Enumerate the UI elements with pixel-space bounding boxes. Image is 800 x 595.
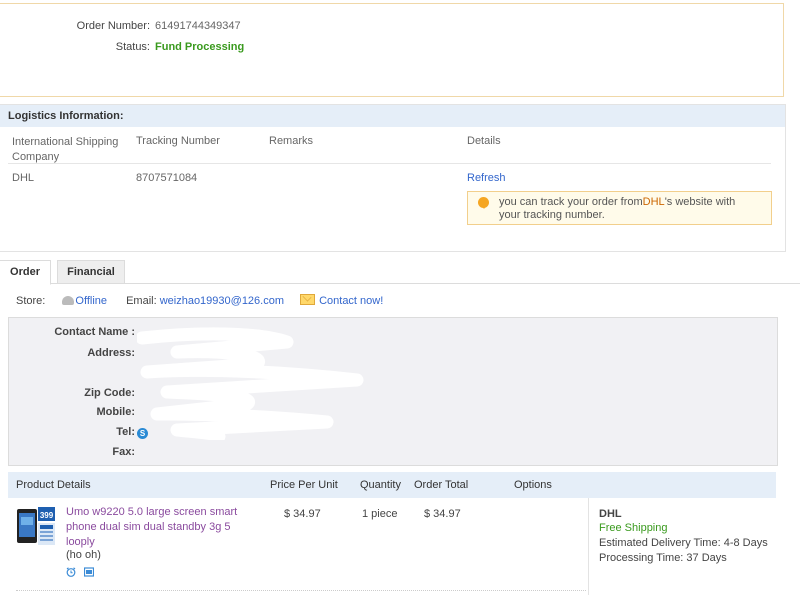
dhl-website-link[interactable]: DHL [643,196,665,208]
product-thumbnail[interactable]: 399 [17,507,55,547]
store-label: Store: [16,295,46,307]
shipping-info: DHL Free Shipping Estimated Delivery Tim… [588,498,777,595]
table-row: 399 Umo w9220 5.0 large screen smart pho… [8,498,776,595]
thumb-badge: 399 [40,511,54,520]
tel-label: Tel: [116,426,135,438]
processing-time: Processing Time: 37 Days [599,552,727,564]
alarm-clock-icon[interactable] [66,567,76,577]
row-divider [16,590,586,591]
free-shipping-label: Free Shipping [599,522,668,534]
col-shipping-company-line1: International Shipping [12,136,119,148]
logistics-title: Logistics Information: [0,105,785,127]
col-details: Details [467,135,501,147]
carrier-name: DHL [599,508,622,520]
email-label: Email: [126,295,157,307]
tab-financial[interactable]: Financial [57,260,125,284]
mail-icon [300,294,316,305]
zip-code-label: Zip Code: [84,387,135,399]
tracking-tip-box: you can track your order fromDHL's websi… [467,191,772,225]
skype-icon[interactable]: S [137,428,148,439]
status-label: Status: [115,41,150,53]
product-table-header: Product Details Price Per Unit Quantity … [8,472,776,498]
delivery-time: Estimated Delivery Time: 4-8 Days [599,537,768,549]
logistics-divider [8,163,771,164]
product-name-link[interactable]: Umo w9220 5.0 large screen smart phone d… [66,505,246,550]
order-number-value: 61491744349347 [155,20,241,32]
contact-name-label: Contact Name : [54,326,135,338]
snapshot-icon[interactable] [84,567,94,577]
tab-order[interactable]: Order [0,260,51,285]
tracking-tip-text: you can track your order fromDHL's websi… [499,196,759,222]
offline-icon [62,296,75,305]
col-remarks: Remarks [269,135,314,147]
order-summary-box: Order Number: 61491744349347 Status: Fun… [0,3,784,97]
contact-now-link[interactable]: Contact now! [319,295,383,307]
order-number-label: Order Number: [76,20,150,32]
redacted-contact-scribble [137,327,364,440]
mobile-label: Mobile: [96,406,136,418]
product-quantity: 1 piece [362,508,398,520]
product-variant: (ho oh) [66,549,101,561]
product-price: $ 34.97 [284,508,321,520]
col-options: Options [514,479,552,491]
store-info-line: Store: Offline Email: weizhao19930@126.c… [16,294,383,308]
tip-prefix: you can track your order from [499,196,643,208]
shipping-company: DHL [12,172,35,184]
col-quantity: Quantity [360,479,401,491]
contact-details-box: Contact Name : Address: Zip Code: Mobile… [8,317,778,466]
offline-status-link[interactable]: Offline [75,295,107,307]
email-link[interactable]: weizhao19930@126.com [160,295,284,307]
product-total: $ 34.97 [424,508,461,520]
logistics-panel: Logistics Information: International Shi… [0,104,786,252]
info-bulb-icon [478,197,489,209]
tracking-number: 8707571084 [136,172,198,184]
fax-label: Fax: [112,446,135,458]
col-product-details: Product Details [16,479,91,491]
col-shipping-company: International Shipping Company [12,135,118,165]
col-order-total: Order Total [414,479,469,491]
address-label: Address: [87,347,135,359]
col-price-per-unit: Price Per Unit [270,479,338,491]
col-tracking-number: Tracking Number [136,135,220,147]
tab-bar: Order Financial [0,260,800,285]
refresh-link[interactable]: Refresh [467,172,506,184]
status-value: Fund Processing [155,41,245,53]
